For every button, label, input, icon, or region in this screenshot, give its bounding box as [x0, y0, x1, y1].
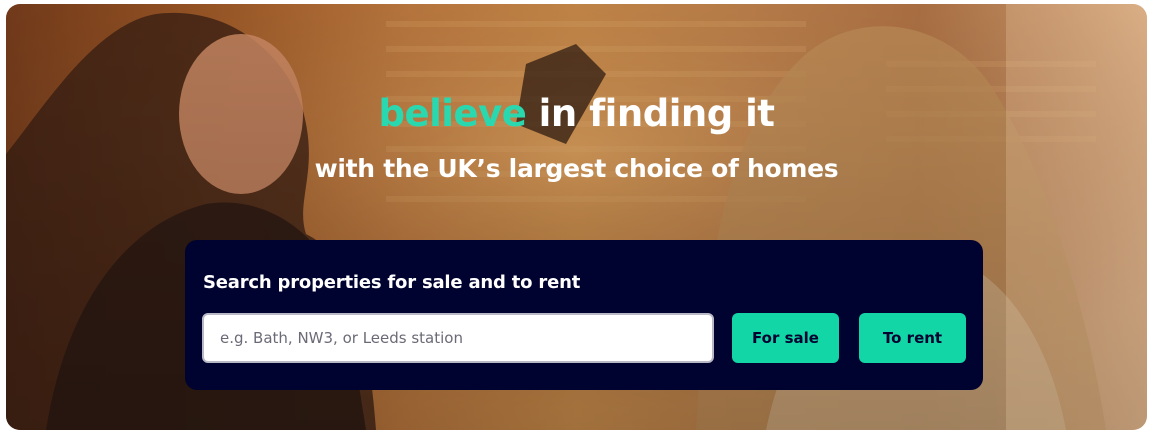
- hero-subheadline: with the UK’s largest choice of homes: [314, 154, 839, 183]
- search-panel: Search properties for sale and to rent F…: [185, 240, 983, 390]
- hero-headline: believe in finding it: [6, 92, 1147, 135]
- headline-accent: believe: [378, 92, 527, 135]
- search-location-input[interactable]: [202, 313, 714, 363]
- hero-banner: believe in finding it with the UK’s larg…: [6, 4, 1147, 430]
- to-rent-button[interactable]: To rent: [859, 313, 966, 363]
- headline-rest: in finding it: [526, 92, 775, 135]
- for-sale-button[interactable]: For sale: [732, 313, 839, 363]
- search-title: Search properties for sale and to rent: [203, 272, 581, 293]
